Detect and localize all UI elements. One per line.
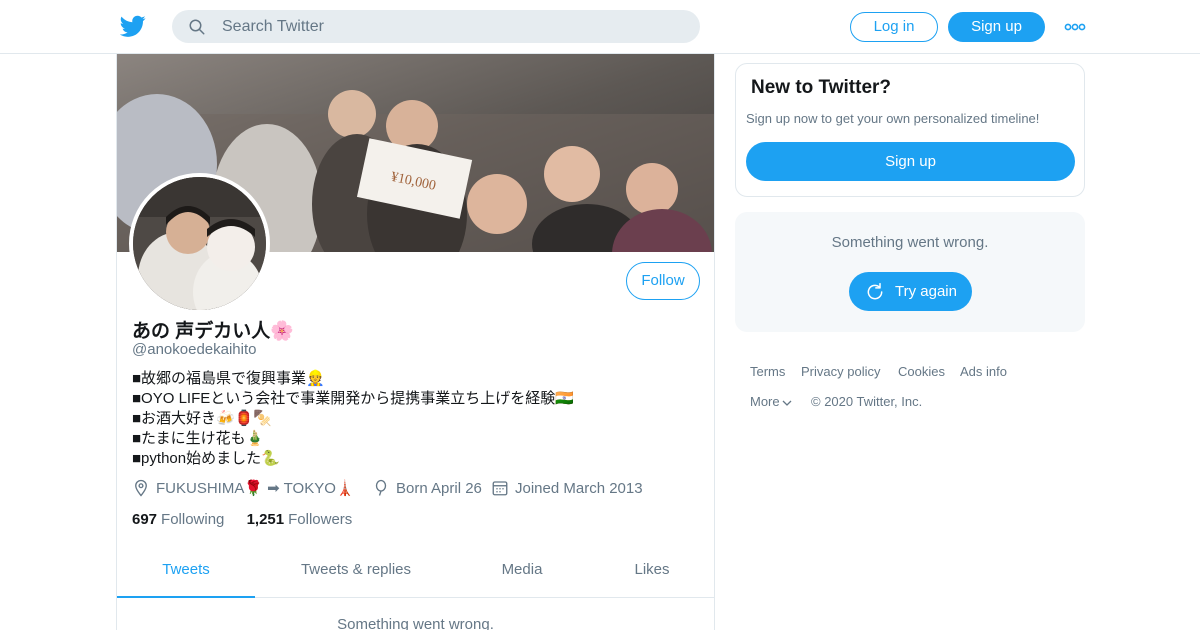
- followers-link[interactable]: 1,251 Followers: [247, 511, 353, 528]
- profile-tabs: Tweets Tweets & replies Media Likes: [117, 549, 714, 598]
- new-to-twitter-card: New to Twitter? Sign up now to get your …: [735, 63, 1085, 197]
- profile-column: ¥10,000 Follow あの 声デカい人🌸 @anokoedekaihit…: [116, 54, 715, 630]
- profile-birthday: Born April 26: [372, 479, 482, 501]
- profile-bio: ■故郷の福島県で復興事業👷 ■OYO LIFEという会社で事業開発から提携事業立…: [132, 369, 574, 469]
- tab-tweets[interactable]: Tweets: [117, 549, 255, 598]
- bio-line: ■たまに生け花も🎍: [132, 430, 265, 447]
- chevron-down-icon: [782, 400, 792, 406]
- profile-location: FUKUSHIMA🌹 ➡ TOKYO🗼: [132, 479, 355, 501]
- footer-more-menu[interactable]: More: [750, 394, 792, 409]
- profile-handle[interactable]: @anokoedekaihito: [132, 341, 256, 358]
- search-bar[interactable]: [172, 10, 700, 43]
- new-to-twitter-title: New to Twitter?: [751, 77, 892, 98]
- profile-display-name: あの 声デカい人🌸: [132, 321, 294, 342]
- tab-likes[interactable]: Likes: [597, 549, 707, 598]
- sidebar-footer: Terms Privacy policy Cookies Ads info Mo…: [750, 362, 1090, 422]
- sidebar-error-message: Something went wrong.: [831, 234, 989, 251]
- bio-line: ■OYO LIFEという会社で事業開発から提携事業立ち上げを経験🇮🇳: [132, 390, 574, 407]
- avatar-photo: [133, 177, 266, 310]
- new-to-twitter-subtitle: Sign up now to get your own personalized…: [746, 111, 1040, 126]
- footer-link-ads-info[interactable]: Ads info: [960, 364, 1007, 379]
- profile-avatar[interactable]: [129, 173, 270, 314]
- following-count: 697: [132, 511, 158, 528]
- tab-tweets-and-replies[interactable]: Tweets & replies: [277, 549, 435, 598]
- following-link[interactable]: 697 Following: [132, 511, 229, 528]
- followers-count: 1,251: [246, 511, 285, 528]
- more-options-icon[interactable]: [1064, 20, 1086, 34]
- footer-link-privacy[interactable]: Privacy policy: [801, 364, 880, 379]
- try-again-label: Try again: [895, 283, 957, 300]
- calendar-icon: [492, 481, 508, 496]
- footer-link-cookies[interactable]: Cookies: [898, 364, 945, 379]
- footer-copyright: © 2020 Twitter, Inc.: [811, 394, 923, 409]
- timeline-error-message: Something went wrong.: [337, 616, 494, 630]
- top-navigation-bar: Log in Sign up: [0, 0, 1200, 54]
- search-input[interactable]: [222, 10, 682, 43]
- bio-line: ■python始めました🐍: [132, 450, 280, 467]
- follow-button[interactable]: Follow: [626, 262, 700, 300]
- signup-button[interactable]: Sign up: [948, 12, 1045, 42]
- bio-line: ■故郷の福島県で復興事業👷: [132, 370, 325, 387]
- refresh-icon: [867, 282, 883, 300]
- profile-joined: Joined March 2013: [491, 479, 643, 501]
- followers-label: Followers: [288, 511, 353, 528]
- location-text: FUKUSHIMA🌹 ➡ TOKYO🗼: [156, 480, 355, 497]
- sidebar-error-card: Something went wrong. Try again: [735, 212, 1085, 332]
- birthday-text: Born April 26: [396, 480, 482, 497]
- footer-links-row: Terms Privacy policy Cookies Ads info: [750, 362, 1090, 392]
- footer-more-label: More: [750, 394, 780, 409]
- search-icon: [189, 19, 205, 35]
- balloon-icon: [375, 479, 387, 496]
- profile-stats: 697 Following 1,251 Followers: [132, 511, 352, 528]
- tab-media[interactable]: Media: [467, 549, 577, 598]
- twitter-bird-logo-icon[interactable]: [120, 13, 146, 39]
- location-pin-icon: [135, 479, 147, 497]
- following-label: Following: [161, 511, 225, 528]
- footer-link-terms[interactable]: Terms: [750, 364, 785, 379]
- try-again-button[interactable]: Try again: [849, 272, 972, 311]
- bio-line: ■お酒大好き🍻🏮🍢: [132, 410, 273, 427]
- footer-more-row: More © 2020 Twitter, Inc.: [750, 392, 1090, 422]
- sidebar-signup-button[interactable]: Sign up: [746, 142, 1075, 181]
- login-button[interactable]: Log in: [850, 12, 938, 42]
- joined-text: Joined March 2013: [515, 480, 643, 497]
